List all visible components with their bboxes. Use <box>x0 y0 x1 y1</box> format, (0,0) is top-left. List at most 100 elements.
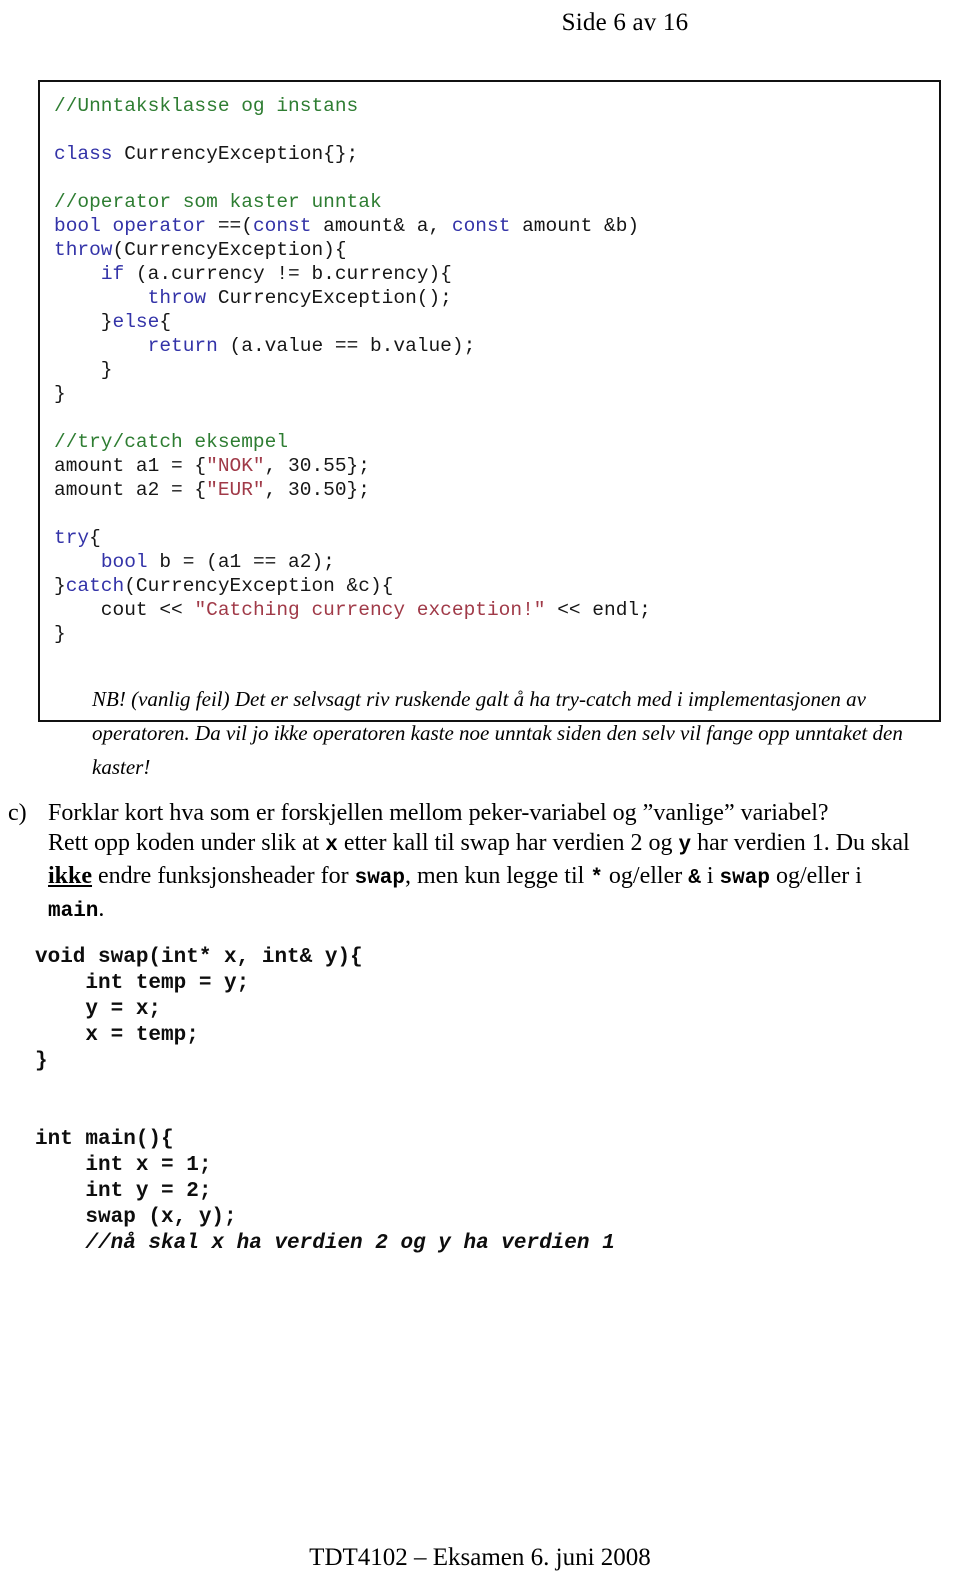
page-footer: TDT4102 – Eksamen 6. juni 2008 <box>309 1544 651 1571</box>
code-example-listing: //Unntaksklasse og instans class Currenc… <box>54 94 939 646</box>
code-token-kw: class <box>54 143 113 165</box>
question-fn-swap-1: swap <box>354 867 406 890</box>
question-line-3-part-e: og/eller i <box>769 863 862 889</box>
nb-note: NB! (vanlig feil) Det er selvsagt riv ru… <box>92 682 960 784</box>
code-token-pl: } <box>54 575 66 597</box>
code-token-cm: //operator som kaster unntak <box>54 191 382 213</box>
code-token-cm: //try/catch eksempel <box>54 431 289 453</box>
code-token-pl: } <box>54 383 66 405</box>
question-line-1: Forklar kort hva som er forskjellen mell… <box>48 800 829 826</box>
code-token-pl: } <box>54 311 113 333</box>
code-line: swap (x, y); <box>35 1206 237 1229</box>
code-line: if (a.currency != b.currency){ <box>54 262 939 286</box>
code-line: } <box>54 358 939 382</box>
code-line: return (a.value == b.value); <box>54 334 939 358</box>
code-line: }catch(CurrencyException &c){ <box>54 574 939 598</box>
question-marker: c) <box>8 800 27 826</box>
question-line-2-part-b: etter kall til swap har verdien 2 og <box>337 830 679 856</box>
code-line: //operator som kaster unntak <box>54 190 939 214</box>
code-token-st: "EUR" <box>206 479 265 501</box>
code-token-kw: const <box>451 215 511 237</box>
code-token-kw: bool <box>100 551 148 573</box>
code-token-pl: cout << <box>54 599 195 621</box>
question-c: c) Forklar kort hva som er forskjellen m… <box>8 798 952 927</box>
question-op-star: * <box>590 867 603 890</box>
question-line-3-part-d: i <box>700 863 720 889</box>
question-op-ampersand: & <box>688 867 701 890</box>
question-line-2-part-c: har verdien 1. Du skal <box>691 830 910 856</box>
code-token-kw: const <box>252 215 312 237</box>
question-fn-main: main <box>48 900 99 923</box>
nb-note-line: kaster! <box>92 755 151 779</box>
code-line: int temp = y; <box>35 972 250 995</box>
code-line: amount a1 = {"NOK", 30.55}; <box>54 454 939 478</box>
code-line: throw CurrencyException(); <box>54 286 939 310</box>
question-line-2: Rett opp koden under slik at x etter kal… <box>48 828 952 861</box>
code-token-pl: b = (a1 == a2); <box>147 551 335 573</box>
code-line: } <box>54 382 939 406</box>
nb-note-line: operatoren. Da vil jo ikke operatoren ka… <box>92 721 903 745</box>
code-token-pl: CurrencyException{}; <box>112 143 359 165</box>
question-var-y: y <box>678 834 692 857</box>
code-token-pl: } <box>54 623 66 645</box>
question-emphasis-ikke: ikke <box>48 863 93 889</box>
question-body: Forklar kort hva som er forskjellen mell… <box>48 798 952 927</box>
code-line: amount a2 = {"EUR", 30.50}; <box>54 478 939 502</box>
code-token-pl: amount& a, <box>311 215 452 237</box>
code-line: int y = 2; <box>35 1180 212 1203</box>
code-token-pl: amount a2 = { <box>54 479 207 501</box>
code-token-kw: bool operator <box>54 215 218 237</box>
code-token-cm: //Unntaksklasse og instans <box>54 95 359 117</box>
code-line: throw(CurrencyException){ <box>54 238 939 262</box>
code-line: class CurrencyException{}; <box>54 142 939 166</box>
code-token-kw: throw <box>54 239 113 261</box>
code-token-pl: { <box>159 311 172 333</box>
code-token-pl: } <box>54 359 113 381</box>
code-token-st: "Catching currency exception!" <box>194 599 546 621</box>
code-line: try{ <box>54 526 939 550</box>
code-token-kw: try <box>54 527 90 549</box>
question-line-3-part-b: , men kun legge til <box>405 863 591 889</box>
code-token-pl: { <box>89 527 101 549</box>
code-line: }else{ <box>54 310 939 334</box>
code-token-pl: << endl; <box>545 599 651 621</box>
code-token-pl: (a.currency != b.currency){ <box>124 263 452 285</box>
code-token-kw: throw <box>147 287 207 309</box>
code-token-pl: (a.value == b.value); <box>217 335 476 357</box>
code-line: void swap(int* x, int& y){ <box>35 946 363 969</box>
code-token-pl: ==( <box>217 215 253 237</box>
code-line: int main(){ <box>35 1128 174 1151</box>
code-comment-line: //nå skal x ha verdien 2 og y ha verdien… <box>35 1232 615 1255</box>
code-token-pl: amount &b) <box>510 215 640 237</box>
code-token-kw: else <box>112 311 160 333</box>
code-token-kw: catch <box>65 575 125 597</box>
question-line-3-part-c: og/eller <box>602 863 689 889</box>
code-token-pl: CurrencyException(); <box>206 287 452 309</box>
question-var-x: x <box>325 834 338 857</box>
code-token-kw: if <box>100 263 125 285</box>
code-token-pl: , 30.50}; <box>264 479 370 501</box>
code-token-pl: , 30.55}; <box>264 455 370 477</box>
code-token-pl: (CurrencyException &c){ <box>124 575 394 597</box>
question-fn-swap-2: swap <box>719 867 770 890</box>
code-example-box: //Unntaksklasse og instans class Currenc… <box>38 80 941 779</box>
question-line-4-period: . <box>98 896 105 922</box>
code-token-pl: (CurrencyException){ <box>112 239 347 261</box>
code-line: } <box>54 622 939 646</box>
code-line: bool b = (a1 == a2); <box>54 550 939 574</box>
swap-code-listing: void swap(int* x, int& y){ int temp = y;… <box>35 945 915 1257</box>
code-line: bool operator ==(const amount& a, const … <box>54 214 939 238</box>
code-line: //Unntaksklasse og instans <box>54 94 939 118</box>
question-line-4: main. <box>48 894 952 927</box>
code-token-st: "NOK" <box>206 455 265 477</box>
